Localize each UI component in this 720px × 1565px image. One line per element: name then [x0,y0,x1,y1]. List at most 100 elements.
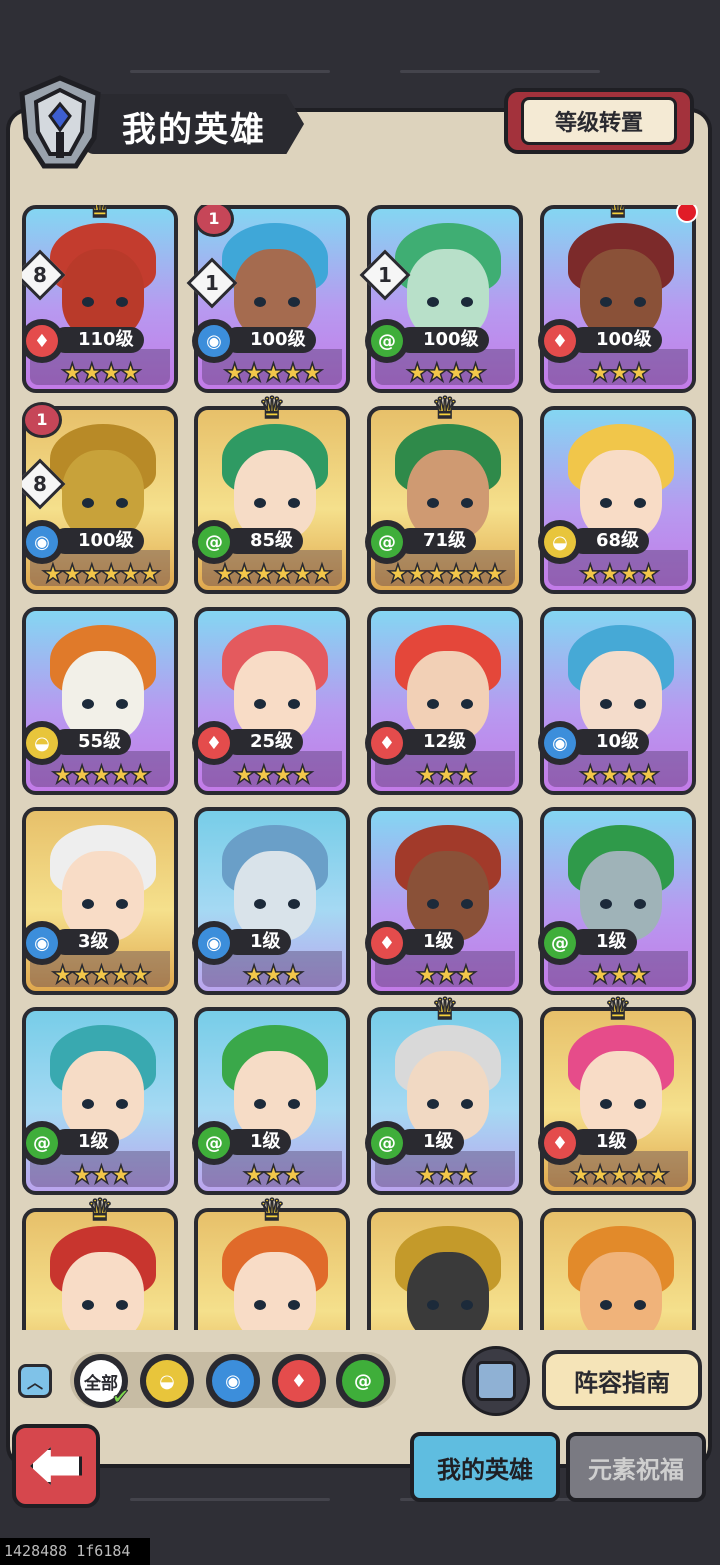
lineup-guide-button[interactable]: 阵容指南 [542,1350,702,1410]
hero-eye [82,1099,94,1109]
hero-card[interactable]: ♛ [22,1195,178,1330]
wind-element-icon: @ [342,1360,384,1402]
hero-face [62,1252,144,1330]
hero-eye [288,498,300,508]
water-element-icon: ◉ [192,921,236,965]
hero-stars: ★★★★★ [569,1160,671,1190]
hero-eye [427,297,439,307]
hero-card[interactable]: 3级 ◉ ★★★★★ [22,807,178,995]
hero-portrait [32,1218,168,1330]
hero-card[interactable]: 1级 @ ★★★ ♛ [365,994,523,1195]
top-decoration-line [130,70,330,73]
filter-all[interactable]: 全部 ✔ [74,1354,131,1411]
hero-face [234,851,316,941]
page-title: 我的英雄 [122,110,266,150]
hero-eye [427,498,439,508]
hero-face [580,1252,662,1330]
wind-element-icon: @ [365,1121,409,1165]
awakening-count: 8 [33,263,47,287]
hero-face [234,1051,316,1141]
helmet-icon [19,75,101,169]
floppy-disk-icon [476,1361,516,1401]
hero-eye [82,899,94,909]
level-reset-button[interactable]: 等级转置 [504,88,694,154]
hero-eye [427,699,439,709]
hero-card[interactable] [367,1208,523,1330]
filter-fire[interactable]: ♦ [272,1354,326,1408]
hero-card[interactable]: 68级 ◒ ★★★★ [538,406,696,594]
hero-eye [82,1300,94,1310]
header: 我的英雄 [14,74,304,170]
hero-eye [461,1099,473,1109]
tab-element-blessing[interactable]: 元素祝福 [566,1432,706,1502]
hero-card[interactable]: 1级 @ ★★★ [22,1007,178,1195]
water-element-icon: ◉ [538,721,582,765]
hero-eye [254,1099,266,1109]
save-formation-button[interactable] [462,1346,530,1416]
hero-card[interactable]: 100级 ♦ ★★★ ♛ [538,205,698,393]
hero-card[interactable]: 55级 ◒ ★★★★★ [22,607,178,795]
hero-card[interactable]: 1级 ♦ ★★★★★ ♛ [538,994,696,1195]
filter-wind[interactable]: @ [336,1354,390,1408]
hero-eye [254,699,266,709]
crown-icon: ♛ [258,1193,286,1228]
hero-stars: ★★★★ [60,358,142,388]
hero-card[interactable]: 25级 ♦ ★★★★ [192,607,350,795]
hero-card[interactable]: 71级 @ ★★★★★★ ♛ [365,393,523,594]
hero-eye [600,699,612,709]
hero-eye [288,699,300,709]
hero-level: 100级 [570,327,662,353]
hero-card[interactable]: 85级 @ ★★★★★★ ♛ [192,393,350,594]
hero-eye [254,297,266,307]
hero-face [234,1252,316,1330]
filter-water[interactable]: ◉ [206,1354,260,1408]
filter-earth[interactable]: ◒ [140,1354,194,1408]
hero-card[interactable]: 1级 @ ★★★ [192,1007,350,1195]
hero-card[interactable]: 100级 ◉ ★★★★★ 1 1 [186,205,350,393]
wind-element-icon: @ [365,319,409,363]
hero-face [407,249,489,339]
hero-eye [288,899,300,909]
hero-stars: ★★★★★ [223,358,325,388]
hero-stars: ★★★★★★ [41,559,162,589]
bottom-decoration-line [130,1498,330,1501]
hero-face [580,851,662,941]
hero-card[interactable]: 12级 ♦ ★★★ [365,607,523,795]
hero-eye [461,699,473,709]
tab-my-heroes[interactable]: 我的英雄 [410,1432,560,1502]
hero-card[interactable]: 1级 ◉ ★★★ [192,807,350,995]
crown-icon: ♛ [431,391,459,426]
awakening-count: 8 [33,472,47,496]
fire-element-icon: ♦ [538,319,582,363]
hero-card[interactable]: 10级 ◉ ★★★★ [538,607,696,795]
hero-level: 110级 [52,327,144,353]
hero-card[interactable]: 1级 ♦ ★★★ [365,807,523,995]
crown-icon: ♛ [258,391,286,426]
wind-element-icon: @ [538,921,582,965]
hero-stars: ★★★ [242,960,305,990]
hero-card[interactable]: 110级 ♦ ★★★★ ♛ 8 [22,205,178,393]
hero-card[interactable]: 100级 @ ★★★★ 1 [359,205,523,393]
top-decoration-line [400,70,600,73]
hero-face [407,851,489,941]
hero-eye [600,297,612,307]
hero-stars: ★★★★★★ [213,559,334,589]
hero-face [62,1051,144,1141]
hero-eye [116,498,128,508]
hero-face [580,1051,662,1141]
hero-card[interactable]: 100级 ◉ ★★★★★★ 1 8 [22,402,178,594]
hero-face [62,651,144,741]
hero-eye [600,1099,612,1109]
hero-face [407,1252,489,1330]
hero-stars: ★★★★★★ [386,559,507,589]
hero-card[interactable]: ♛ [194,1195,350,1330]
hero-eye [461,1300,473,1310]
hero-card[interactable]: 1级 @ ★★★ [538,807,696,995]
hero-eye [427,1099,439,1109]
hero-card[interactable] [540,1208,696,1330]
hero-stars: ★★★★★ [51,960,153,990]
earth-element-icon: ◒ [538,520,582,564]
back-button[interactable] [12,1424,100,1508]
hero-eye [600,899,612,909]
collapse-button[interactable]: ︿ [18,1364,52,1398]
